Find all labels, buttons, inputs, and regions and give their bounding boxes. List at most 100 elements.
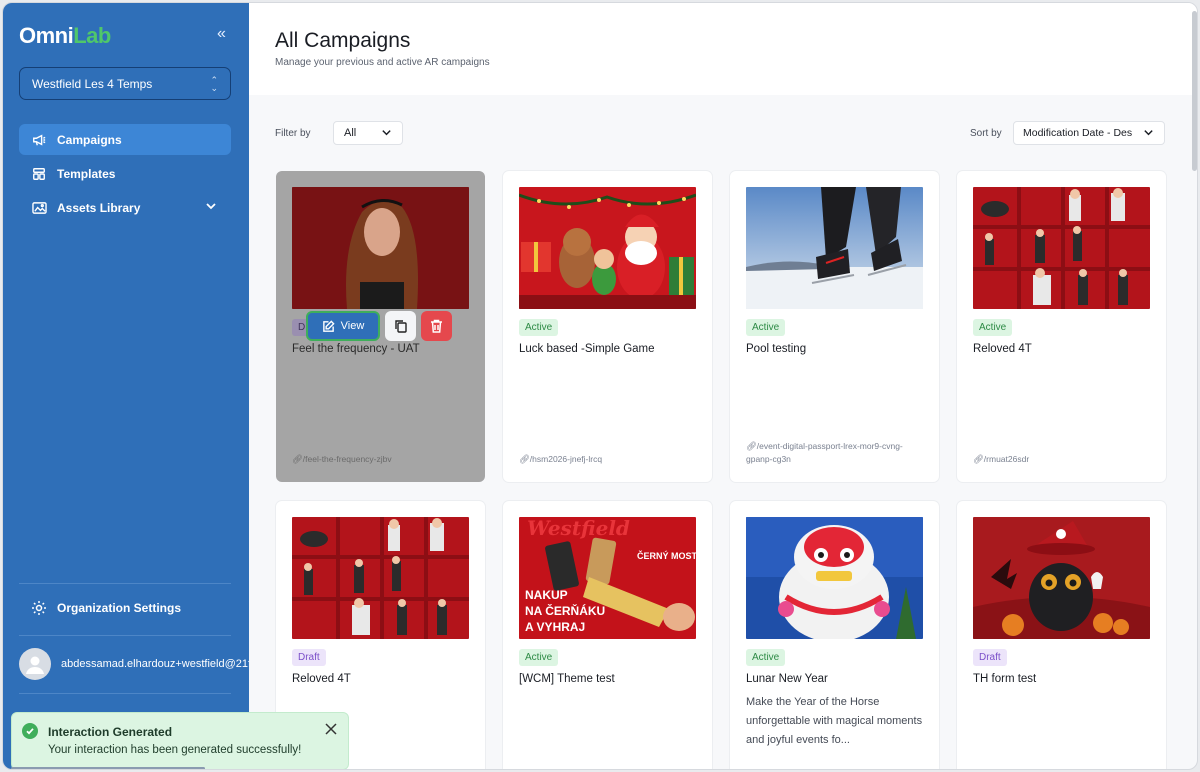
campaign-card[interactable]: Active Reloved 4T 🔗︎/rmuat26sdr <box>957 171 1166 482</box>
copy-icon <box>394 320 407 333</box>
chevron-down-icon <box>205 200 217 215</box>
sidebar-item-assets-library[interactable]: Assets Library <box>19 192 231 223</box>
sidebar-item-label: Campaigns <box>57 132 122 147</box>
campaign-title: TH form test <box>973 673 1037 685</box>
status-badge: Active <box>746 319 786 336</box>
filter-select[interactable]: All <box>333 121 403 145</box>
logo-text: Omni <box>19 23 74 48</box>
campaign-title: Feel the frequency - UAT <box>292 343 420 355</box>
link-icon: 🔗︎ <box>746 441 757 451</box>
status-badge: Active <box>746 649 786 666</box>
sidebar-item-templates[interactable]: Templates <box>19 158 231 189</box>
app-window: OmniLab « Westfield Les 4 Temps ⌃ ⌄ Campa… <box>2 2 1198 770</box>
link-icon: 🔗︎ <box>973 454 984 464</box>
campaign-title: [WCM] Theme test <box>519 673 615 685</box>
check-circle-icon <box>22 723 38 739</box>
sort-select[interactable]: Modification Date - Des <box>1013 121 1165 145</box>
campaign-thumbnail <box>973 187 1150 309</box>
campaign-link[interactable]: 🔗︎/rmuat26sdr <box>973 453 1153 466</box>
divider <box>19 693 231 694</box>
campaign-card[interactable]: Draft TH form test <box>957 501 1166 769</box>
sort-label: Sort by <box>970 128 1002 139</box>
page-subtitle: Manage your previous and active AR campa… <box>275 57 490 68</box>
sidebar-item-campaigns[interactable]: Campaigns <box>19 124 231 155</box>
status-badge: Draft <box>973 649 1007 666</box>
duplicate-button[interactable] <box>385 311 416 341</box>
campaign-link-text: /feel-the-frequency-zjbv <box>302 454 392 464</box>
main-content: All Campaigns Manage your previous and a… <box>249 3 1197 769</box>
organization-select[interactable]: Westfield Les 4 Temps ⌃ ⌄ <box>19 67 231 100</box>
campaign-card[interactable]: D View Feel the frequency - UAT 🔗︎/feel-… <box>276 171 485 482</box>
campaign-link-text: /hsm2026-jnefj-lrcq <box>529 454 603 464</box>
updown-chevron-icon: ⌃ ⌄ <box>210 75 218 93</box>
scrollbar[interactable] <box>1192 11 1197 171</box>
toast-message: Your interaction has been generated succ… <box>48 744 302 756</box>
card-actions: View <box>306 311 452 341</box>
collapse-sidebar-button[interactable]: « <box>217 25 226 43</box>
campaign-link-text: /rmuat26sdr <box>983 454 1030 464</box>
campaign-card[interactable]: Active Lunar New Year Make the Year of t… <box>730 501 939 769</box>
trash-icon <box>431 319 442 333</box>
campaign-thumbnail <box>746 517 923 639</box>
campaign-card[interactable]: Westfield ČERNÝ MOST NAKUP NA ČERŇÁKU A … <box>503 501 712 769</box>
user-profile[interactable]: abdessamad.elhardouz+westfield@21f <box>19 648 249 680</box>
delete-button[interactable] <box>421 311 452 341</box>
sort-value: Modification Date - Des <box>1023 127 1133 139</box>
link-icon: 🔗︎ <box>519 454 530 464</box>
campaign-title: Reloved 4T <box>292 673 351 685</box>
image-line-3: A VYHRAJ <box>525 620 585 634</box>
organization-settings-link[interactable]: Organization Settings <box>19 593 231 623</box>
campaign-title: Luck based -Simple Game <box>519 343 655 355</box>
campaign-link-text: /event-digital-passport-lrex-mor9-cvng-g… <box>746 441 903 464</box>
avatar <box>19 648 51 680</box>
sidebar: OmniLab « Westfield Les 4 Temps ⌃ ⌄ Campa… <box>3 3 249 769</box>
status-badge: Active <box>519 649 559 666</box>
campaign-title: Reloved 4T <box>973 343 1032 355</box>
campaign-thumbnail <box>746 187 923 309</box>
chevron-down-icon <box>381 127 392 141</box>
divider <box>19 635 231 636</box>
view-button[interactable]: View <box>306 311 380 341</box>
edit-icon <box>322 319 335 332</box>
link-icon: 🔗︎ <box>292 454 303 464</box>
image-line-2: NA ČERŇÁKU <box>525 603 605 618</box>
campaign-link[interactable]: 🔗︎/hsm2026-jnefj-lrcq <box>519 453 699 466</box>
campaign-thumbnail <box>519 187 696 309</box>
user-email: abdessamad.elhardouz+westfield@21f <box>61 658 249 670</box>
sidebar-item-label: Assets Library <box>57 200 141 215</box>
campaign-thumbnail <box>973 517 1150 639</box>
campaign-thumbnail <box>292 517 469 639</box>
campaign-thumbnail <box>292 187 469 309</box>
divider <box>19 583 231 584</box>
campaign-description: Make the Year of the Horse unforgettable… <box>746 696 923 746</box>
campaign-link[interactable]: 🔗︎/feel-the-frequency-zjbv <box>292 453 472 466</box>
page-title: All Campaigns <box>275 29 411 52</box>
campaign-thumbnail: Westfield ČERNÝ MOST NAKUP NA ČERŇÁKU A … <box>519 517 696 639</box>
chevron-down-icon <box>1141 127 1154 141</box>
sidebar-item-label: Templates <box>57 166 116 181</box>
image-place-text: ČERNÝ MOST <box>637 550 696 561</box>
campaign-title: Pool testing <box>746 343 807 355</box>
filter-value: All <box>344 127 357 139</box>
organization-name: Westfield Les 4 Temps <box>32 76 153 91</box>
gear-icon <box>31 600 47 616</box>
campaign-link[interactable]: 🔗︎/event-digital-passport-lrex-mor9-cvng… <box>746 440 926 466</box>
megaphone-icon <box>31 132 47 148</box>
organization-settings-label: Organization Settings <box>57 601 182 615</box>
filter-label: Filter by <box>275 128 311 139</box>
template-icon <box>31 166 47 182</box>
page-header: All Campaigns Manage your previous and a… <box>249 3 1197 95</box>
omnilab-logo[interactable]: OmniLab <box>19 23 111 49</box>
close-icon[interactable] <box>324 722 338 741</box>
success-toast: Interaction Generated Your interaction h… <box>11 712 349 769</box>
status-badge: Active <box>973 319 1013 336</box>
status-badge: Active <box>519 319 559 336</box>
logo-text-accent: Lab <box>73 23 111 48</box>
image-line-1: NAKUP <box>525 588 568 602</box>
campaign-card[interactable]: Active Pool testing 🔗︎/event-digital-pas… <box>730 171 939 482</box>
campaign-card[interactable]: Active Luck based -Simple Game 🔗︎/hsm202… <box>503 171 712 482</box>
status-badge: Draft <box>292 649 326 666</box>
toast-progress-bar <box>11 767 205 769</box>
image-library-icon <box>31 200 47 216</box>
toast-title: Interaction Generated <box>48 725 173 739</box>
